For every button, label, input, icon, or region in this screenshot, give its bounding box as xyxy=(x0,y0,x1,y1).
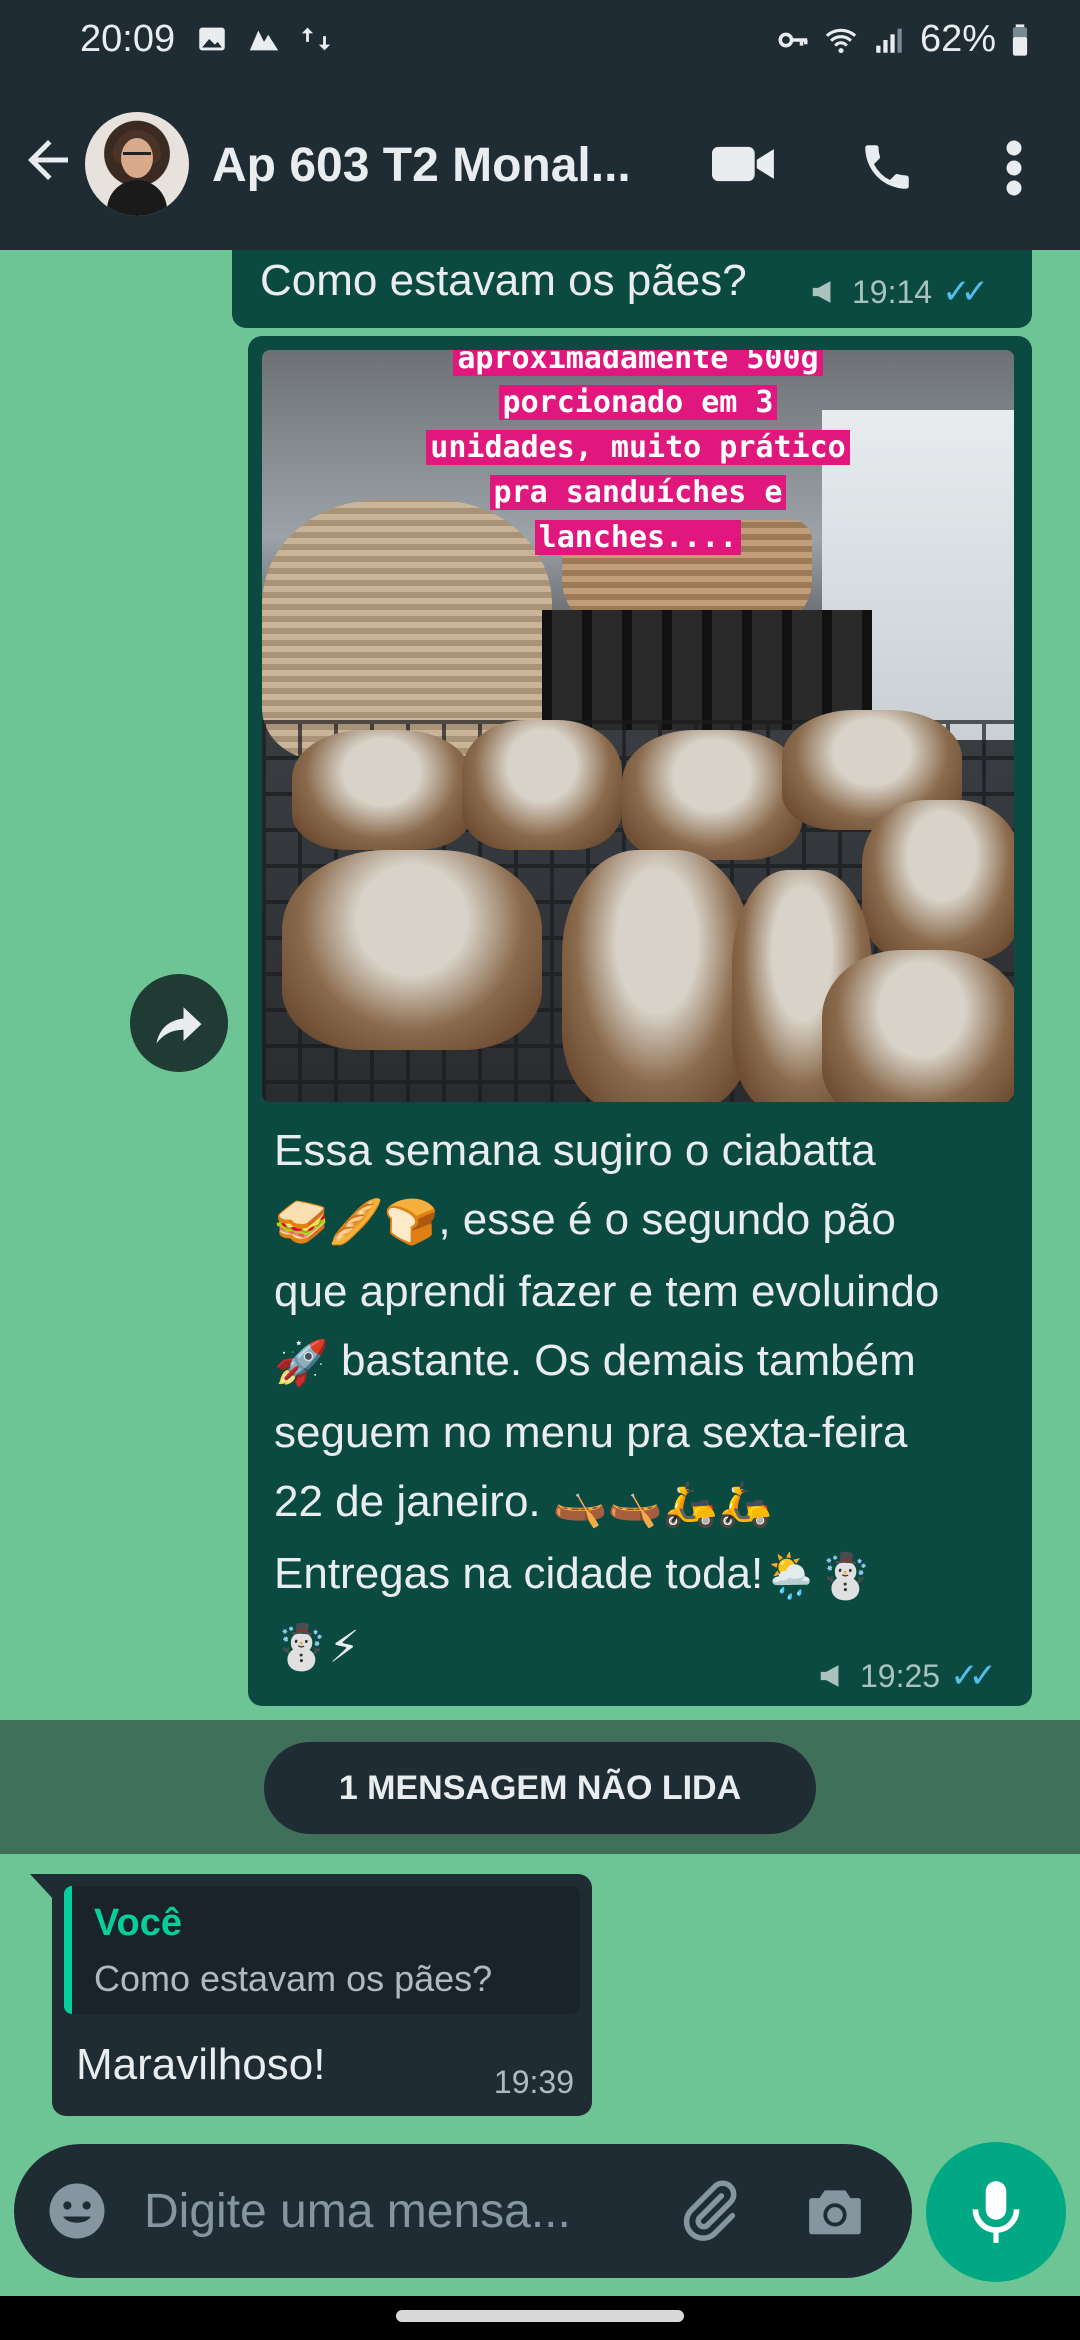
outgoing-message[interactable]: Como estavam os pães? 19:14 ✓✓ xyxy=(232,250,1032,328)
quoted-message[interactable]: Você Como estavam os pães? xyxy=(64,1886,580,2014)
bread-photo[interactable]: aproximadamente 500g porcionado em 3 uni… xyxy=(262,350,1014,1102)
back-arrow-icon[interactable] xyxy=(18,130,78,190)
image-caption-line: lanches.... xyxy=(534,520,742,555)
quote-text: Como estavam os pães? xyxy=(94,1958,493,1999)
broadcast-icon xyxy=(820,1665,839,1687)
unread-messages-badge: 1 MENSAGEM NÃO LIDA xyxy=(264,1742,816,1834)
status-bar: 20:09 62% xyxy=(0,0,1080,80)
quote-author: Você xyxy=(94,1902,183,1944)
system-nav-bar xyxy=(0,2296,1080,2340)
image-caption-line: aproximadamente 500g xyxy=(453,350,823,376)
battery-percent: 62% xyxy=(919,18,996,60)
phone-call-icon[interactable] xyxy=(858,138,916,196)
chat-title[interactable]: Ap 603 T2 Monal... xyxy=(212,138,631,193)
read-ticks-icon: ✓✓ xyxy=(950,1657,997,1695)
battery-icon xyxy=(1012,23,1028,56)
image-caption-line: unidades, muito prático xyxy=(426,430,850,465)
text-line: que aprendi fazer e tem evoluindo xyxy=(274,1266,940,1316)
key-icon xyxy=(778,32,808,47)
message-composer: Digite uma mensa... xyxy=(14,2144,912,2278)
chat-header: Ap 603 T2 Monal... xyxy=(0,80,1080,250)
microphone-icon xyxy=(972,2181,1020,2243)
emoji-icon[interactable] xyxy=(44,2178,110,2244)
status-icons-left xyxy=(195,22,333,56)
status-time: 20:09 xyxy=(80,18,176,60)
text-line: Essa semana sugiro o ciabatta xyxy=(274,1126,876,1175)
transfer-icon xyxy=(301,27,331,51)
outgoing-image-message[interactable]: aproximadamente 500g porcionado em 3 uni… xyxy=(248,336,1032,1706)
canoe-scooter-emojis: 🛶🛶🛵🛵 xyxy=(552,1479,773,1529)
text-line: seguem no menu pra sexta-feira xyxy=(274,1407,908,1457)
message-meta: 19:25 ✓✓ xyxy=(816,1656,997,1696)
rocket-emoji: 🚀 xyxy=(274,1338,329,1388)
text-line: 🚀 bastante. Os demais também xyxy=(274,1326,1014,1398)
text-line: 🥪🥖🍞, esse é o segundo pão xyxy=(274,1185,1014,1257)
video-call-icon[interactable] xyxy=(712,142,776,186)
message-time: 19:14 xyxy=(852,273,933,310)
weather-snowman-emojis: 🌦️☃️ xyxy=(763,1551,873,1601)
message-time: 19:39 xyxy=(493,2064,574,2100)
more-vert-icon[interactable] xyxy=(1000,138,1028,198)
wifi-icon xyxy=(825,28,857,53)
incoming-message[interactable]: Você Como estavam os pães? Maravilhoso! … xyxy=(30,1874,592,2116)
status-icons-right: 62% xyxy=(776,18,1030,61)
image-caption-line: pra sanduíches e xyxy=(489,475,787,510)
sandwich-bread-emojis: 🥪🥖🍞 xyxy=(274,1197,439,1247)
snowman-lightning-emojis: ☃️⚡ xyxy=(274,1623,360,1673)
message-meta: 19:14 ✓✓ xyxy=(808,272,989,312)
image-caption-line: porcionado em 3 xyxy=(498,385,778,420)
message-text: Essa semana sugiro o ciabatta 🥪🥖🍞, esse … xyxy=(274,1116,1014,1682)
message-time: 19:25 xyxy=(860,1657,941,1694)
message-input[interactable]: Digite uma mensa... xyxy=(144,2184,571,2239)
mountain-icon xyxy=(249,30,279,51)
voice-record-button[interactable] xyxy=(926,2142,1066,2282)
text-line: 22 de janeiro. 🛶🛶🛵🛵 xyxy=(274,1467,1014,1539)
broadcast-icon xyxy=(812,281,831,303)
read-ticks-icon: ✓✓ xyxy=(942,273,989,311)
signal-icon xyxy=(876,28,902,53)
avatar[interactable] xyxy=(85,112,189,216)
forward-icon xyxy=(156,1007,202,1044)
gallery-icon xyxy=(199,27,225,51)
forward-button[interactable] xyxy=(130,974,228,1072)
text-line: Entregas na cidade toda!🌦️☃️ xyxy=(274,1539,1014,1611)
home-gesture-bar[interactable] xyxy=(396,2310,684,2322)
camera-icon[interactable] xyxy=(804,2182,866,2240)
message-text: Maravilhoso! xyxy=(76,2040,326,2089)
message-text: Como estavam os pães? xyxy=(260,256,747,305)
attach-icon[interactable] xyxy=(676,2178,742,2244)
